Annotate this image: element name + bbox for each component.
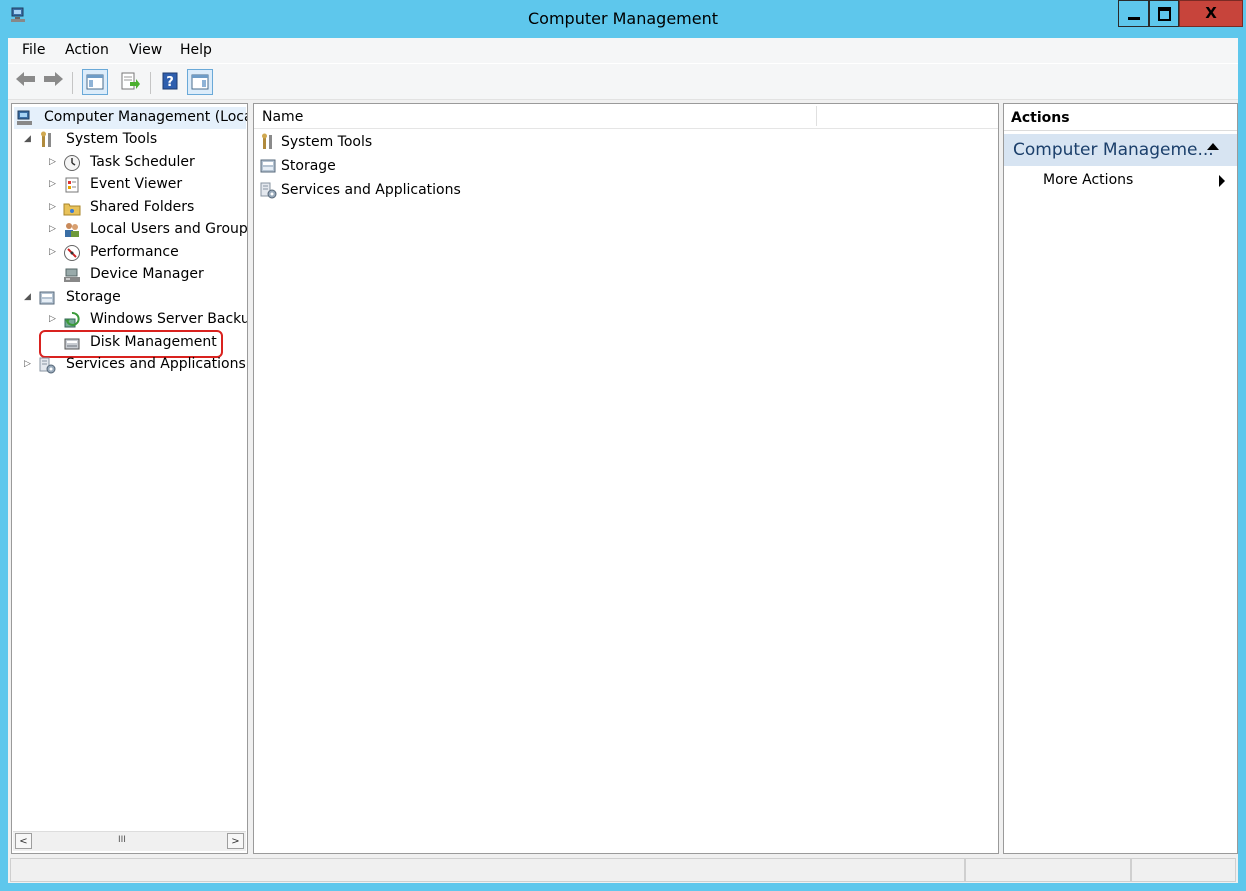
system-tools-icon — [262, 133, 272, 149]
maximize-button[interactable] — [1149, 0, 1179, 27]
more-actions-item[interactable]: More Actions — [1043, 172, 1133, 188]
column-header-row: Name — [254, 104, 998, 129]
tree-item-performance[interactable]: ▷ Performance — [12, 242, 247, 264]
export-list-button[interactable] — [118, 69, 144, 95]
menu-file[interactable]: File — [22, 42, 45, 58]
tree-label: Services and Applications — [66, 356, 246, 372]
tree-label: Windows Server Backup — [90, 311, 248, 327]
tree-item-storage[interactable]: ◢ Storage — [12, 287, 247, 309]
toolbar-separator — [72, 72, 73, 94]
tree-label: Device Manager — [90, 266, 204, 282]
window-title: Computer Management — [527, 9, 719, 28]
tree-label: Performance — [90, 244, 179, 260]
actions-section-computer-management[interactable]: Computer Manageme... — [1004, 134, 1237, 166]
tree-label: Local Users and Groups — [90, 221, 248, 237]
close-icon: X — [1205, 4, 1217, 22]
window-client: File Action View Help ? Computer Managem… — [8, 38, 1238, 883]
help-icon: ? — [162, 72, 178, 90]
export-list-icon — [121, 72, 140, 90]
show-hide-console-tree-button[interactable] — [82, 69, 108, 95]
list-item-label: System Tools — [281, 134, 373, 150]
tree-label: Task Scheduler — [90, 154, 195, 170]
show-hide-console-tree-icon — [86, 74, 104, 90]
actions-section-title: Computer Manageme... — [1013, 140, 1214, 160]
tree-item-device-manager[interactable]: Device Manager — [12, 264, 247, 286]
expand-arrow-icon[interactable]: ▷ — [49, 157, 58, 167]
tree-label: Event Viewer — [90, 176, 183, 192]
close-button[interactable]: X — [1179, 0, 1243, 27]
toolbar: ? — [8, 64, 1238, 100]
expand-arrow-icon[interactable]: ▷ — [49, 179, 58, 189]
performance-icon — [64, 245, 80, 261]
services-icon — [260, 182, 277, 199]
tree-label: Computer Management (Local — [44, 109, 248, 125]
expand-arrow-icon[interactable]: ▷ — [49, 224, 58, 234]
status-cell-2 — [965, 858, 1131, 882]
tree-label: Shared Folders — [90, 199, 195, 215]
maximize-icon — [1158, 7, 1171, 21]
tree-item-computer-management[interactable]: Computer Management (Local — [14, 107, 248, 129]
column-header-name[interactable]: Name — [262, 109, 303, 125]
expand-arrow-icon[interactable]: ▷ — [24, 359, 33, 369]
menu-bar: File Action View Help — [8, 38, 1238, 63]
status-bar — [8, 854, 1238, 883]
help-button[interactable]: ? — [158, 69, 184, 95]
storage-icon — [39, 291, 55, 305]
tree-item-local-users-and-groups[interactable]: ▷ Local Users and Groups — [12, 219, 247, 241]
tree-item-shared-folders[interactable]: ▷ Shared Folders — [12, 197, 247, 219]
title-bar[interactable]: Computer Management X — [0, 0, 1246, 38]
system-tools-icon — [41, 131, 51, 147]
tree-label: System Tools — [66, 131, 158, 147]
computer-management-icon — [17, 110, 32, 125]
list-item-label: Storage — [281, 158, 336, 174]
submenu-arrow-icon[interactable] — [1219, 175, 1225, 187]
forward-arrow-icon[interactable] — [42, 71, 64, 87]
back-arrow-icon[interactable] — [15, 71, 37, 87]
tree-item-task-scheduler[interactable]: ▷ Task Scheduler — [12, 152, 247, 174]
menu-help[interactable]: Help — [180, 42, 212, 58]
toolbar-separator — [150, 72, 151, 94]
event-viewer-icon — [65, 177, 79, 193]
actions-pane: Actions Computer Manageme... More Action… — [1003, 103, 1238, 854]
tree-item-services-and-applications[interactable]: ▷ Services and Applications — [12, 354, 247, 376]
tree-item-event-viewer[interactable]: ▷ Event Viewer — [12, 174, 247, 196]
actions-title: Actions — [1011, 110, 1070, 126]
show-hide-action-pane-button[interactable] — [187, 69, 213, 95]
tree-item-windows-server-backup[interactable]: ▷ Windows Server Backup — [12, 309, 247, 331]
scroll-thumb-grip[interactable]: III — [118, 835, 126, 845]
list-item-label: Services and Applications — [281, 182, 461, 198]
minimize-button[interactable] — [1118, 0, 1149, 27]
shared-folders-icon — [63, 203, 81, 216]
users-icon — [65, 223, 79, 237]
tree-item-system-tools[interactable]: ◢ System Tools — [12, 129, 247, 151]
collapse-caret-icon[interactable] — [1207, 143, 1219, 150]
collapse-arrow-icon[interactable]: ◢ — [24, 292, 33, 302]
scroll-right-button[interactable]: > — [227, 833, 244, 849]
expand-arrow-icon[interactable]: ▷ — [49, 247, 58, 257]
clock-icon — [64, 155, 80, 171]
expand-arrow-icon[interactable]: ▷ — [49, 314, 58, 324]
scroll-left-button[interactable]: < — [15, 833, 32, 849]
actions-header: Actions — [1004, 104, 1237, 131]
show-hide-action-pane-icon — [191, 74, 209, 90]
backup-icon — [64, 311, 80, 328]
svg-text:?: ? — [166, 75, 174, 90]
horizontal-scrollbar[interactable]: < III > — [13, 831, 246, 851]
menu-view[interactable]: View — [129, 42, 162, 58]
collapse-arrow-icon[interactable]: ◢ — [24, 134, 33, 144]
pane-area: Computer Management (Local ◢ System Tool… — [8, 100, 1238, 854]
results-pane[interactable]: Name System Tools Storage Services and A… — [253, 103, 999, 854]
services-icon — [39, 357, 56, 374]
column-divider[interactable] — [816, 106, 817, 126]
menu-action[interactable]: Action — [65, 42, 109, 58]
console-tree[interactable]: Computer Management (Local ◢ System Tool… — [11, 103, 248, 854]
status-cell-3 — [1131, 858, 1236, 882]
expand-arrow-icon[interactable]: ▷ — [49, 202, 58, 212]
minimize-icon — [1128, 17, 1140, 20]
storage-icon — [260, 159, 276, 173]
device-manager-icon — [64, 268, 80, 282]
tree-label: Storage — [66, 289, 121, 305]
status-cell-main — [10, 858, 965, 882]
